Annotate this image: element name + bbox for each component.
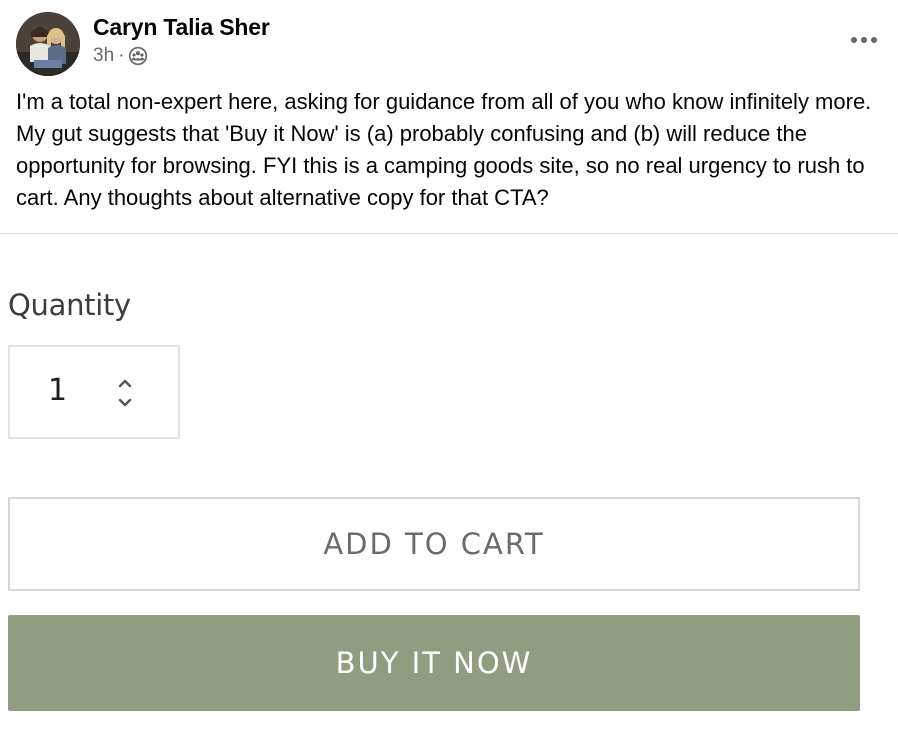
buy-it-now-button[interactable]: BUY IT NOW bbox=[8, 615, 860, 711]
quantity-value[interactable]: 1 bbox=[48, 373, 67, 408]
post-header: Caryn Talia Sher 3h · bbox=[16, 12, 882, 78]
post-body-text: I'm a total non-expert here, asking for … bbox=[16, 89, 872, 210]
quantity-input[interactable]: 1 bbox=[8, 345, 180, 439]
post-meta: 3h · bbox=[93, 45, 148, 67]
friends-icon[interactable] bbox=[128, 46, 148, 66]
up-down-chevron-icon[interactable] bbox=[114, 373, 136, 413]
post-time[interactable]: 3h bbox=[93, 45, 114, 67]
quantity-label: Quantity bbox=[8, 288, 131, 322]
meta-separator: · bbox=[118, 45, 125, 66]
avatar[interactable] bbox=[16, 12, 80, 76]
more-options-icon[interactable] bbox=[846, 26, 882, 54]
author-name[interactable]: Caryn Talia Sher bbox=[93, 14, 270, 41]
product-screenshot: Quantity 1 ADD TO CART BUY IT NOW bbox=[0, 234, 898, 730]
add-to-cart-button[interactable]: ADD TO CART bbox=[8, 497, 860, 591]
